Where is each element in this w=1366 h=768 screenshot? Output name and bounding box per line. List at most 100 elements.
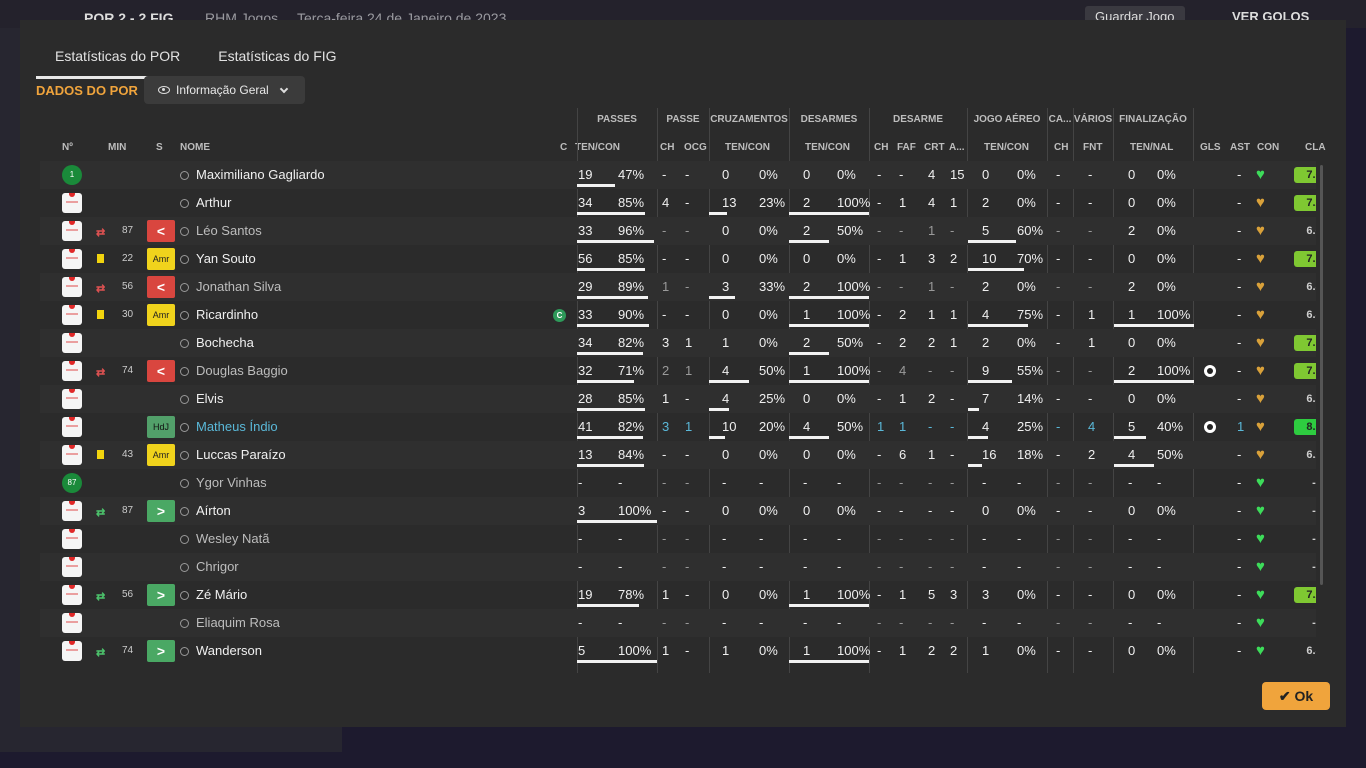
header-cruz[interactable]: TEN/CON bbox=[725, 142, 770, 153]
player-row[interactable]: Arthur3485%4-1323%2100%-14120%--00%-♥7.2 bbox=[40, 189, 1316, 217]
player-name[interactable]: Zé Mário bbox=[180, 581, 247, 609]
player-row[interactable]: ⇄ 74 < Douglas Baggio 32 71% 2 1 4 50% 1 100% -4- -9 5… bbox=[40, 357, 1316, 385]
player-row[interactable]: HdJ Matheus Índio 41 82% 3 1 10 20% 4 50% 1 1- -4 25%… bbox=[40, 413, 1316, 441]
player-row[interactable]: 30 Amr Ricardinho C 33 90% - -0 0% 1 100% -2 1 1 4 75% -… bbox=[40, 301, 1316, 329]
player-row[interactable]: Elvis2885%1-425%00%-12-714%--00%-♥6.5 bbox=[40, 385, 1316, 413]
player-name-text: Elvis bbox=[196, 391, 224, 406]
player-name[interactable]: Chrigor bbox=[180, 553, 239, 581]
status-badge: < bbox=[147, 220, 175, 242]
header-s[interactable]: S bbox=[156, 142, 163, 153]
player-name[interactable]: Yan Souto bbox=[180, 245, 256, 273]
player-name[interactable]: Eliaquim Rosa bbox=[180, 609, 280, 637]
player-row[interactable]: ⇄ 56 > Zé Mário 19 78% 1-0 0% 1 100% -1 5 3 3 0% - -0 0% -… bbox=[40, 581, 1316, 609]
header-name[interactable]: NOME bbox=[180, 142, 210, 153]
header-gls[interactable]: GLS bbox=[1200, 142, 1221, 153]
header-desarme-a[interactable]: A... bbox=[949, 142, 965, 153]
goalkeeper-shirt-icon: 87 bbox=[62, 473, 82, 493]
player-row[interactable]: 1 Maximiliano Gagliardo 19 47% - -0 0% 0 0% - -4 15… bbox=[40, 161, 1316, 189]
player-row[interactable]: ⇄ 56 < Jonathan Silva 29 89% 1-3 33% 2 100% - -1-2 0… bbox=[40, 273, 1316, 301]
varios-fnt: - bbox=[1088, 391, 1093, 406]
header-desarme-faf[interactable]: FAF bbox=[897, 142, 916, 153]
ok-button[interactable]: ✔ Ok bbox=[1262, 682, 1330, 710]
player-row[interactable]: Eliaquim Rosa - - - - - - - - - - - - - - - - - - - ♥ - bbox=[40, 609, 1316, 637]
cross-completed: - bbox=[759, 475, 764, 490]
desarme-faf: 2 bbox=[899, 307, 907, 322]
ca-ch: - bbox=[1056, 559, 1061, 574]
header-min[interactable]: MIN bbox=[108, 142, 126, 153]
player-name[interactable]: Arthur bbox=[180, 189, 231, 217]
passes-bar bbox=[577, 604, 639, 607]
player-row[interactable]: Chrigor - - - - - - - - - - - - - - - - - - - ♥ - bbox=[40, 553, 1316, 581]
varios-fnt: - bbox=[1088, 167, 1093, 182]
player-row[interactable]: Wesley Natã - - - - - - - - - - - - - - - - - - - ♥ - bbox=[40, 525, 1316, 553]
player-name[interactable]: Matheus Índio bbox=[180, 413, 278, 441]
player-name[interactable]: Wesley Natã bbox=[180, 525, 269, 553]
player-name[interactable]: Bochecha bbox=[180, 329, 254, 357]
header-cla[interactable]: CLA bbox=[1305, 142, 1326, 153]
header-fin[interactable]: TEN/NAL bbox=[1130, 142, 1173, 153]
desarme-a: 15 bbox=[950, 167, 965, 182]
aerial-completed: 18% bbox=[1017, 447, 1044, 462]
player-name[interactable]: Léo Santos bbox=[180, 217, 262, 245]
player-row[interactable]: 87 Ygor Vinhas - - - - - - - - - - - - - - - - - - - ♥ - bbox=[40, 469, 1316, 497]
player-row[interactable]: 43 Amr Luccas Paraízo 13 84% - -0 0% 0 0% -6 1-16 18… bbox=[40, 441, 1316, 469]
shots-on-target: 0% bbox=[1157, 391, 1176, 406]
player-name[interactable]: Aírton bbox=[180, 497, 231, 525]
passe-ocg: - bbox=[685, 503, 690, 518]
tab-fig-stats[interactable]: Estatísticas do FIG bbox=[199, 42, 355, 79]
player-name-text: Luccas Paraízo bbox=[196, 447, 286, 462]
aerial-bar bbox=[968, 380, 1012, 383]
player-name[interactable]: Ricardinho bbox=[180, 301, 258, 329]
player-name[interactable]: Luccas Paraízo bbox=[180, 441, 286, 469]
player-name[interactable]: Elvis bbox=[180, 385, 223, 413]
player-row[interactable]: ⇄ 74 > Wanderson 5 100% 1-1 0% 1 100% -1 2 2 1 0% - -0 0%… bbox=[40, 637, 1316, 665]
shots-attempted: 0 bbox=[1128, 587, 1136, 602]
player-row[interactable]: Bochecha3482%3110%250%-22120%-100%-♥7.0 bbox=[40, 329, 1316, 357]
header-desarme-ch[interactable]: CH bbox=[874, 142, 888, 153]
player-row[interactable]: ⇄ 87 > Aírton 3 100% - -0 0% 0 0% - - - -0 0% - -0 0% - ♥ - bbox=[40, 497, 1316, 525]
rating-badge: - bbox=[1312, 617, 1316, 629]
header-ca-ch[interactable]: CH bbox=[1054, 142, 1068, 153]
passes-completed: - bbox=[618, 531, 623, 546]
condition-heart-icon: ♥ bbox=[1256, 390, 1265, 407]
header-varios-fnt[interactable]: FNT bbox=[1083, 142, 1102, 153]
header-aereo[interactable]: TEN/CON bbox=[984, 142, 1029, 153]
header-num[interactable]: Nº bbox=[62, 142, 73, 153]
player-name[interactable]: Jonathan Silva bbox=[180, 273, 281, 301]
player-name[interactable]: Maximiliano Gagliardo bbox=[180, 161, 325, 189]
table-scrollbar[interactable] bbox=[1320, 165, 1323, 585]
aerial-completed: 60% bbox=[1017, 223, 1044, 238]
shots-on-target: 0% bbox=[1157, 251, 1176, 266]
desarme-ch: - bbox=[877, 167, 882, 182]
header-passe-ch[interactable]: CH bbox=[660, 142, 674, 153]
header-con[interactable]: CON bbox=[1257, 142, 1279, 153]
header-c[interactable]: C bbox=[560, 142, 567, 153]
player-row[interactable]: ⇄ 87 < Léo Santos 33 96% - -0 0% 2 50% - -1-5 60% - -2 0… bbox=[40, 217, 1316, 245]
minute: 87 bbox=[122, 505, 134, 516]
player-row[interactable]: 22 Amr Yan Souto 56 85% - -0 0% 0 0% -1 3 2 10 70% - -0 0… bbox=[40, 245, 1316, 273]
player-name[interactable]: Wanderson bbox=[180, 637, 262, 665]
desarme-a: - bbox=[950, 503, 955, 518]
header-passes[interactable]: TEN/CON bbox=[575, 142, 620, 153]
condition-heart-icon: ♥ bbox=[1256, 194, 1265, 211]
varios-fnt: - bbox=[1088, 195, 1093, 210]
shots-on-target: - bbox=[1157, 531, 1162, 546]
header-des[interactable]: TEN/CON bbox=[805, 142, 850, 153]
passes-completed: - bbox=[618, 475, 623, 490]
header-desarme-crt[interactable]: CRT bbox=[924, 142, 945, 153]
passe-ocg: 1 bbox=[685, 335, 693, 350]
player-name-text: Wanderson bbox=[196, 643, 262, 658]
view-dropdown[interactable]: Informação Geral bbox=[144, 76, 305, 104]
header-passe-ocg[interactable]: OCG bbox=[684, 142, 707, 153]
header-ast[interactable]: AST bbox=[1230, 142, 1250, 153]
shirt-icon bbox=[62, 333, 82, 353]
desarme-faf: - bbox=[899, 559, 904, 574]
desarme-crt: - bbox=[928, 419, 933, 434]
player-name[interactable]: Douglas Baggio bbox=[180, 357, 288, 385]
desarme-a: - bbox=[950, 559, 955, 574]
desarme-faf: - bbox=[899, 223, 904, 238]
player-name[interactable]: Ygor Vinhas bbox=[180, 469, 267, 497]
aerial-completed: 0% bbox=[1017, 587, 1036, 602]
aerial-attempted: 2 bbox=[982, 195, 990, 210]
tab-por-stats[interactable]: Estatísticas do POR bbox=[36, 42, 200, 79]
